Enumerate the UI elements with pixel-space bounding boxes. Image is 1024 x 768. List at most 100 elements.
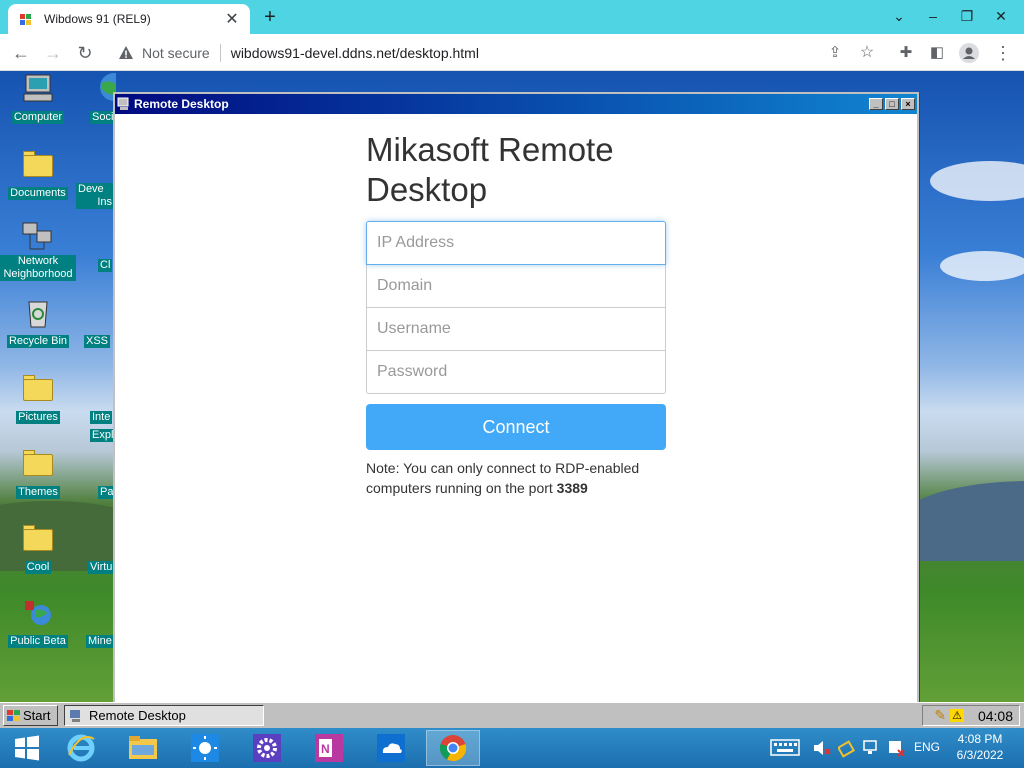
desktop-icon-developer[interactable]: Deve Ins bbox=[76, 149, 116, 209]
desktop-icon-internet-explorer[interactable]: Inte Expl bbox=[76, 373, 116, 443]
tab-title: Wibdows 91 (REL9) bbox=[44, 12, 151, 26]
minimize-window-icon[interactable]: _ bbox=[869, 98, 883, 110]
close-window-icon[interactable]: ✕ bbox=[984, 0, 1018, 32]
desktop-icon-label: Ins bbox=[76, 196, 114, 209]
themes-folder-icon bbox=[21, 448, 55, 480]
power-icon[interactable] bbox=[836, 738, 856, 758]
pencil-icon[interactable]: ✎ bbox=[934, 707, 946, 724]
desktop-icon-cool[interactable]: Cool bbox=[0, 523, 76, 575]
browser-tab[interactable]: Wibdows 91 (REL9) ✕ bbox=[8, 4, 250, 34]
taskbar-item-remote-desktop[interactable]: Remote Desktop bbox=[64, 705, 264, 726]
onenote-icon[interactable]: N bbox=[302, 730, 356, 766]
remote-desktop-window[interactable]: Remote Desktop _ □ × Mikasoft Remote Des… bbox=[113, 92, 919, 726]
not-secure-label: Not secure bbox=[142, 44, 210, 61]
minimize-icon[interactable]: – bbox=[916, 0, 950, 32]
desktop-icon-minesweeper[interactable]: Mine bbox=[76, 597, 116, 649]
action-center-icon[interactable] bbox=[886, 738, 906, 758]
internet-explorer-icon[interactable] bbox=[54, 730, 108, 766]
address-bar[interactable]: Not secure wibdows91-devel.ddns.net/desk… bbox=[108, 38, 888, 67]
desktop-icon-themes[interactable]: Themes bbox=[0, 448, 76, 500]
desktop-icon-cl[interactable]: Cl bbox=[76, 221, 116, 273]
page-title: Mikasoft Remote Desktop bbox=[366, 131, 614, 208]
chrome-icon[interactable] bbox=[426, 730, 480, 766]
rdp-form: Mikasoft Remote Desktop Connect Note: Yo… bbox=[366, 130, 666, 498]
remote-desktop-app-icon bbox=[70, 709, 80, 722]
profile-avatar-icon[interactable] bbox=[956, 40, 982, 66]
desktop-icon-xss[interactable]: XSS bbox=[76, 297, 116, 349]
start-button[interactable]: Start bbox=[3, 705, 58, 726]
desktop-icon-label: Cool bbox=[24, 561, 52, 574]
chrome-menu-icon[interactable]: ⋮ bbox=[990, 40, 1016, 66]
maximize-window-icon[interactable]: □ bbox=[885, 98, 899, 110]
close-window-icon[interactable]: × bbox=[901, 98, 915, 110]
weather-icon[interactable] bbox=[178, 730, 232, 766]
desktop-icon-label: Virtu bbox=[88, 561, 115, 574]
system-tray: ✎ ⚠ 04:08 bbox=[922, 705, 1020, 726]
system-clock[interactable]: 4:08 PM 6/3/2022 bbox=[950, 731, 1010, 763]
domain-input[interactable] bbox=[366, 264, 666, 308]
touch-keyboard-icon[interactable] bbox=[770, 737, 800, 757]
desktop-icon-label: Mine bbox=[86, 635, 114, 648]
desktop-icon-label: Soci bbox=[90, 111, 116, 124]
remote-desktop-app-icon bbox=[117, 97, 129, 110]
wibdows91-desktop[interactable]: Computer Documents Network Neighborhood … bbox=[0, 71, 1024, 726]
desktop-icon-recycle-bin[interactable]: Recycle Bin bbox=[0, 297, 76, 349]
connect-button[interactable]: Connect bbox=[366, 404, 666, 450]
desktop-icon-social[interactable]: Soci bbox=[76, 73, 128, 125]
task-label: Remote Desktop bbox=[89, 708, 186, 723]
cool-folder-icon bbox=[21, 523, 55, 555]
desktop-icon-documents[interactable]: Documents bbox=[0, 149, 76, 201]
tab-close-icon[interactable]: ✕ bbox=[224, 9, 240, 29]
desktop-icon-paint[interactable]: Pa bbox=[76, 448, 116, 500]
desktop-icon-label: Computer bbox=[11, 111, 65, 124]
bookmark-star-icon[interactable]: ☆ bbox=[854, 40, 880, 66]
port-note: Note: You can only connect to RDP-enable… bbox=[366, 458, 666, 498]
clock-time: 4:08 PM bbox=[957, 732, 1003, 746]
public-beta-icon bbox=[21, 597, 55, 629]
settings-gear-icon[interactable] bbox=[240, 730, 294, 766]
start-logo-icon bbox=[7, 709, 20, 721]
port-number: 3389 bbox=[556, 480, 588, 496]
warning-icon bbox=[119, 45, 133, 59]
desktop-icon-label: Recycle Bin bbox=[6, 335, 70, 348]
pictures-folder-icon bbox=[21, 373, 55, 405]
network-icon[interactable] bbox=[862, 738, 882, 758]
desktop-icon-label: Themes bbox=[16, 486, 60, 499]
window-titlebar[interactable]: Remote Desktop _ □ × bbox=[115, 94, 917, 114]
volume-muted-icon[interactable] bbox=[812, 738, 832, 758]
file-explorer-icon[interactable] bbox=[116, 730, 170, 766]
w91-clock: 04:08 bbox=[977, 707, 1013, 724]
reload-icon[interactable]: ↻ bbox=[72, 40, 98, 66]
host-taskbar: N ENG 4:08 PM 6/3/2022 bbox=[0, 728, 1024, 768]
tab-search-icon[interactable]: ⌄ bbox=[882, 0, 916, 32]
onedrive-icon[interactable] bbox=[364, 730, 418, 766]
ip-address-input[interactable] bbox=[366, 221, 666, 265]
extensions-icon[interactable]: ✚ bbox=[893, 40, 919, 66]
restore-icon[interactable]: ❐ bbox=[950, 0, 984, 32]
desktop-icon-public-beta[interactable]: Public Beta bbox=[0, 597, 76, 649]
network-icon bbox=[21, 221, 55, 253]
desktop-icon-label: Network Neighborhood bbox=[0, 255, 76, 281]
documents-folder-icon bbox=[21, 149, 55, 181]
share-icon[interactable]: ⇪ bbox=[822, 40, 848, 66]
desktop-icon-pictures[interactable]: Pictures bbox=[0, 373, 76, 425]
svg-text:N: N bbox=[321, 742, 330, 756]
new-tab-button[interactable]: + bbox=[260, 6, 280, 28]
cloud bbox=[940, 251, 1024, 281]
url-text[interactable]: wibdows91-devel.ddns.net/desktop.html bbox=[231, 45, 479, 61]
desktop-icon-network[interactable]: Network Neighborhood bbox=[0, 221, 76, 282]
forward-icon[interactable]: → bbox=[40, 40, 66, 66]
warning-icon[interactable]: ⚠ bbox=[950, 709, 964, 722]
password-input[interactable] bbox=[366, 350, 666, 394]
back-icon[interactable]: ← bbox=[8, 40, 34, 66]
desktop-icon-virtual[interactable]: Virtu bbox=[76, 523, 116, 575]
language-indicator[interactable]: ENG bbox=[914, 740, 940, 760]
username-input[interactable] bbox=[366, 307, 666, 351]
side-panel-icon[interactable]: ◧ bbox=[924, 40, 950, 66]
window-title: Remote Desktop bbox=[134, 97, 229, 111]
desktop-icon-computer[interactable]: Computer bbox=[0, 73, 76, 125]
cloud bbox=[930, 161, 1024, 201]
desktop-icon-label: XSS bbox=[84, 335, 111, 348]
start-label: Start bbox=[23, 708, 51, 723]
windows-start-icon[interactable] bbox=[0, 730, 54, 766]
